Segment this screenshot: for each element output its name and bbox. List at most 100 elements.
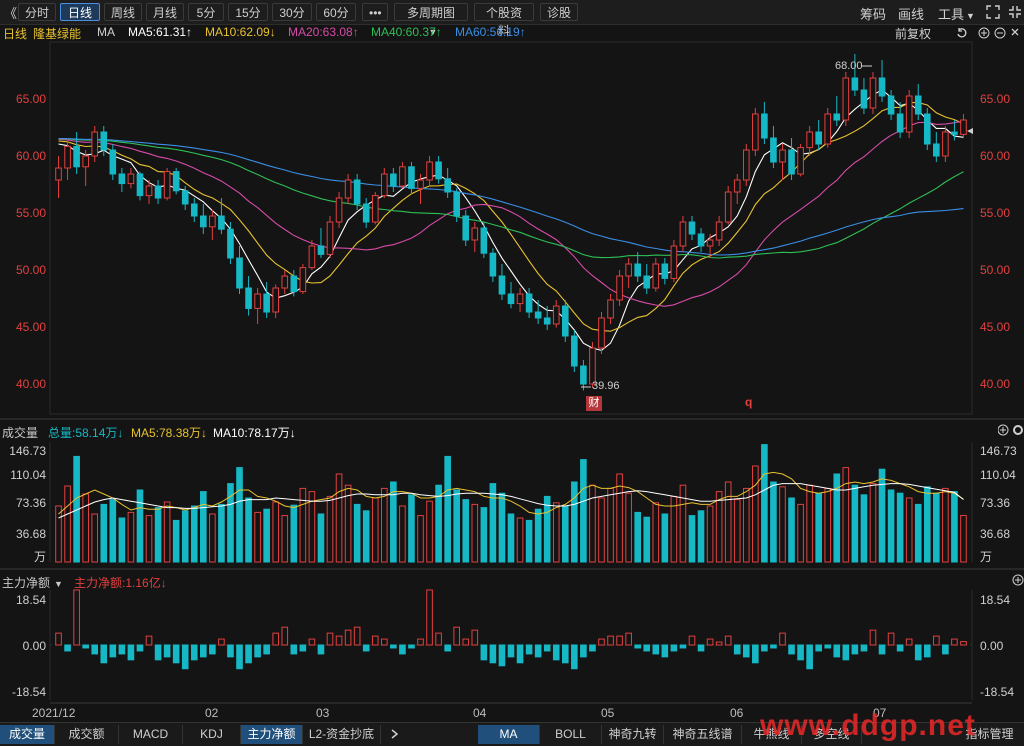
candle-body bbox=[344, 179, 352, 199]
candle-body bbox=[254, 293, 261, 309]
candle-body bbox=[951, 131, 958, 135]
candle-body bbox=[724, 191, 732, 223]
flow-bar bbox=[878, 644, 886, 655]
stock-chart[interactable]: 68.00 39.96 bbox=[0, 0, 1024, 745]
volume-bar bbox=[607, 487, 614, 563]
flow-bar bbox=[453, 626, 461, 646]
flow-bar bbox=[697, 644, 705, 652]
volume-bar bbox=[715, 491, 723, 563]
volume-bar bbox=[209, 513, 216, 563]
flow-bar bbox=[64, 644, 71, 652]
flow-bar bbox=[317, 644, 325, 655]
candle-body bbox=[263, 293, 270, 313]
flow-bar bbox=[371, 635, 379, 646]
candle-body bbox=[471, 227, 479, 241]
tab-volume[interactable]: 成交量 bbox=[0, 725, 55, 744]
flow-bar bbox=[652, 644, 660, 655]
candle-body bbox=[480, 227, 488, 254]
volume-bar bbox=[181, 510, 189, 563]
candle-body bbox=[715, 221, 723, 241]
flow-bar bbox=[788, 644, 795, 655]
volume-bar bbox=[353, 503, 361, 563]
volume-bar bbox=[842, 467, 850, 563]
volume-bar bbox=[200, 491, 207, 563]
tab-turnover[interactable]: 成交额 bbox=[55, 725, 119, 744]
chevron-right-icon[interactable] bbox=[390, 729, 400, 739]
candle-body bbox=[190, 203, 198, 217]
candle-body bbox=[408, 166, 415, 189]
volume-bar bbox=[860, 494, 868, 563]
flow-bar bbox=[82, 644, 89, 649]
tab-magic-five[interactable]: 神奇五线谱 bbox=[664, 725, 742, 744]
candle-body bbox=[73, 145, 80, 168]
volume-bar bbox=[688, 515, 696, 563]
flow-bar bbox=[896, 644, 904, 652]
candle-body bbox=[145, 185, 153, 197]
volume-bar bbox=[625, 492, 632, 563]
candle-body bbox=[55, 167, 62, 181]
flow-bar bbox=[326, 632, 334, 646]
candle-body bbox=[752, 113, 759, 151]
flow-bar bbox=[145, 635, 153, 646]
volume-bar bbox=[417, 515, 424, 563]
candle-body bbox=[462, 215, 470, 241]
volume-bar bbox=[616, 473, 623, 563]
candle-body bbox=[453, 191, 461, 217]
candle-body bbox=[172, 171, 180, 192]
flow-bar bbox=[733, 644, 741, 655]
candle-body bbox=[181, 190, 189, 205]
volume-bar bbox=[317, 513, 325, 563]
flow-bar bbox=[670, 644, 678, 652]
volume-bar bbox=[589, 484, 596, 563]
candle-body bbox=[688, 221, 696, 235]
candle-body bbox=[860, 89, 868, 109]
tab-boll[interactable]: BOLL bbox=[540, 725, 602, 744]
flow-bar bbox=[914, 644, 922, 661]
candle-body bbox=[118, 173, 126, 185]
candle-body bbox=[960, 119, 967, 135]
candle-body bbox=[761, 113, 768, 139]
tab-magic-nine[interactable]: 神奇九转 bbox=[602, 725, 664, 744]
candle-body bbox=[543, 317, 551, 325]
volume-bar bbox=[552, 502, 560, 563]
flow-bar bbox=[923, 644, 931, 658]
volume-bar bbox=[254, 511, 261, 563]
candle-body bbox=[733, 179, 741, 193]
volume-bar bbox=[272, 501, 280, 563]
volume-bar bbox=[706, 505, 714, 563]
tab-ma[interactable]: MA bbox=[478, 725, 540, 744]
volume-bar bbox=[408, 494, 415, 563]
volume-bar bbox=[887, 489, 895, 563]
flow-bar bbox=[571, 644, 578, 670]
flow-bar bbox=[824, 644, 832, 649]
earnings-badge[interactable]: 财 bbox=[586, 396, 602, 411]
candle-body bbox=[435, 161, 442, 180]
flow-bar bbox=[507, 644, 515, 658]
flow-bar bbox=[679, 644, 687, 649]
volume-bar bbox=[806, 484, 813, 563]
volume-bar bbox=[960, 514, 967, 563]
candle-body bbox=[136, 173, 144, 197]
flow-bar bbox=[806, 644, 813, 670]
tab-main-flow[interactable]: 主力净额 bbox=[241, 725, 303, 744]
candle-body bbox=[498, 275, 506, 295]
candle-body bbox=[127, 173, 135, 185]
volume-bar bbox=[399, 505, 406, 563]
volume-bar bbox=[480, 507, 488, 563]
volume-bar bbox=[914, 503, 922, 563]
candle-body bbox=[163, 171, 171, 199]
candle-body bbox=[571, 335, 578, 367]
candle-body bbox=[154, 185, 162, 199]
volume-bar bbox=[598, 497, 605, 563]
candle-body bbox=[362, 203, 370, 223]
candle-body bbox=[851, 77, 859, 91]
tab-macd[interactable]: MACD bbox=[119, 725, 183, 744]
flow-bar bbox=[489, 644, 497, 664]
flow-bar bbox=[444, 644, 451, 652]
tab-l2-bottom[interactable]: L2-资金抄底 bbox=[303, 725, 381, 744]
candle-body bbox=[82, 155, 89, 168]
event-marker-icon[interactable]: q bbox=[745, 395, 752, 409]
tab-kdj[interactable]: KDJ bbox=[183, 725, 241, 744]
candle-body bbox=[444, 178, 451, 193]
volume-bar bbox=[290, 504, 298, 563]
